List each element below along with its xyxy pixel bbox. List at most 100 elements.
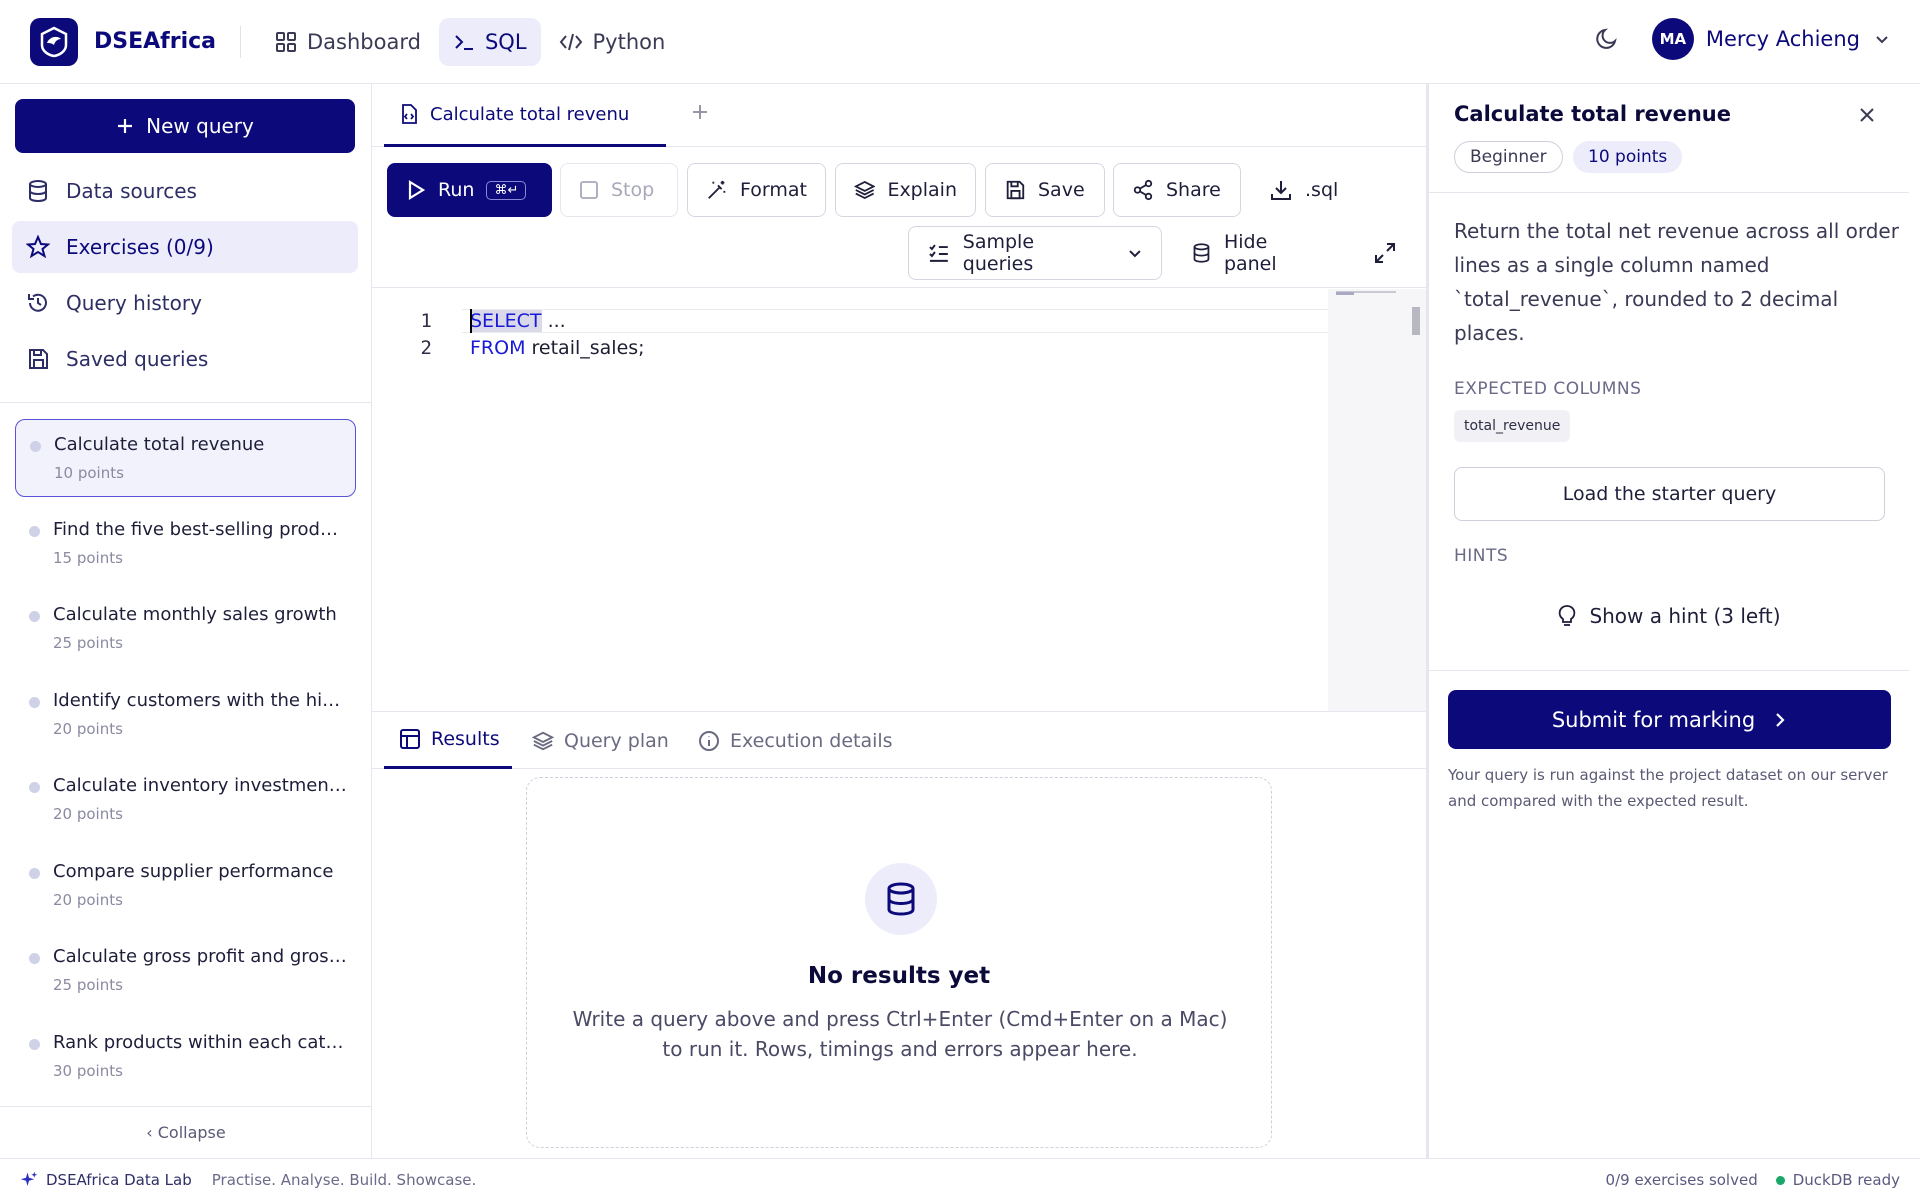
explain-button[interactable]: Explain [835,163,976,217]
save-icon [29,349,48,369]
chevron-down-icon [1129,250,1141,258]
exercise-item[interactable]: Identify customers with the highe... 20 … [15,676,356,754]
results-tabs: Results Query plan Execution details [372,711,1426,769]
collapse-button[interactable]: ‹ Collapse [0,1106,372,1158]
close-icon [1860,108,1874,122]
brand-logo[interactable] [30,17,78,66]
exercise-item[interactable]: Calculate monthly sales growth 25 points [15,590,356,668]
avatar[interactable]: MA [1651,18,1694,60]
empty-results-state: No results yet Write a query above and p… [526,777,1272,1148]
sql-keyword: FROM [470,337,526,359]
exercise-title: Rank products within each categ... [53,1032,349,1053]
exercise-title: Find the five best-selling products [53,519,349,540]
exercise-points: 15 points [53,549,123,567]
tab-query[interactable]: Calculate total revenu [384,84,666,147]
brand-name[interactable]: DSEAfrica [94,29,216,54]
sample-queries-dropdown[interactable]: Sample queries [908,226,1162,280]
hints-label: HINTS [1454,546,1509,566]
exercise-item[interactable]: Calculate total revenue 10 points [15,419,356,497]
add-tab-button[interactable] [690,102,710,122]
engine-status: DuckDB ready [1775,1171,1900,1189]
minimap[interactable] [1328,289,1426,711]
tab-label: Query plan [564,729,669,752]
divider [1429,192,1909,193]
footer-tagline: Practise. Analyse. Build. Showcase. [211,1170,477,1189]
top-bar: DSEAfrica Dashboard SQL Python MA Mercy … [0,0,1920,84]
exercise-item[interactable]: Compare supplier performance 20 points [15,847,356,925]
sidebar-item-label: Query history [66,291,202,315]
query-tabs: Calculate total revenu [372,84,1426,147]
tab-label: Results [431,728,500,750]
sidebar-item-data-sources[interactable]: Data sources [12,165,358,217]
stop-label: Stop [611,179,655,201]
save-button[interactable]: Save [985,163,1105,217]
stop-icon [580,181,598,199]
exercise-item[interactable]: Calculate inventory investment b... 20 p… [15,761,356,839]
share-button[interactable]: Share [1113,163,1241,217]
hide-panel-button[interactable]: Hide panel [1172,226,1332,280]
layers-icon [532,731,554,750]
star-icon [26,235,50,259]
code-line[interactable]: SELECT ... [470,310,566,332]
nav-python[interactable]: Python [545,18,680,66]
editor-toolbar: Run ⌘↵ Stop Format Explain Save Share .s… [372,148,1426,288]
moon-icon[interactable] [1594,26,1620,52]
sidebar-item-query-history[interactable]: Query history [12,277,358,329]
tab-execution-details[interactable]: Execution details [698,712,893,769]
show-hint-button[interactable]: Show a hint (3 left) [1429,604,1909,628]
sidebar-item-label: Exercises (0/9) [66,235,214,259]
sql-keyword: SELECT [470,310,542,332]
dashboard-icon [276,31,297,52]
nav-dashboard-label: Dashboard [307,29,421,54]
user-name[interactable]: Mercy Achieng [1706,27,1860,51]
format-label: Format [740,179,807,201]
list-checks-icon [929,244,948,262]
status-dot [30,441,41,452]
chevron-right-icon [1776,712,1785,727]
code-icon [559,33,582,50]
nav-sql-label: SQL [484,29,527,54]
exercise-title: Calculate monthly sales growth [53,604,337,625]
sidebar-item-saved-queries[interactable]: Saved queries [12,333,358,385]
submit-button[interactable]: Submit for marking [1448,690,1891,749]
save-label: Save [1038,179,1085,201]
tab-query-plan[interactable]: Query plan [532,712,669,769]
nav-dashboard[interactable]: Dashboard [261,18,435,66]
format-button[interactable]: Format [687,163,826,217]
exercise-title: Identify customers with the highe... [53,690,349,711]
run-button[interactable]: Run ⌘↵ [387,163,552,217]
close-button[interactable] [1856,104,1878,126]
chevron-down-icon[interactable] [1874,31,1890,47]
status-dot [29,953,40,964]
points-badge: 10 points [1573,141,1683,173]
stop-button[interactable]: Stop [560,163,678,217]
code-line[interactable]: FROM retail_sales; [470,337,645,359]
status-dot [29,611,40,622]
share-icon [1133,179,1153,201]
scrollbar[interactable] [1412,307,1420,335]
sidebar-item-exercises[interactable]: Exercises (0/9) [12,221,358,273]
line-number: 2 [420,337,432,359]
empty-title: No results yet [807,963,991,989]
exercise-description: Return the total net revenue across all … [1454,219,1899,345]
plus-icon [693,105,707,119]
nav-sql[interactable]: SQL [438,17,541,66]
info-icon [699,730,719,751]
tab-results[interactable]: Results [384,712,512,769]
exercise-item[interactable]: Find the five best-selling products 15 p… [15,505,356,583]
load-starter-button[interactable]: Load the starter query [1454,467,1885,521]
exercises-solved-count: 0/9 exercises solved [1605,1171,1758,1189]
layers-icon [854,180,876,200]
status-dot [1775,1175,1785,1185]
exercise-points: 10 points [54,464,124,482]
exercise-item[interactable]: Rank products within each categ... 30 po… [15,1018,356,1096]
expected-columns-label: EXPECTED COLUMNS [1454,379,1642,399]
new-query-button[interactable]: New query [15,99,355,153]
expand-button[interactable] [1358,226,1416,280]
panel-title: Calculate total revenue [1454,102,1731,126]
exercise-points: 30 points [53,1062,123,1080]
code-editor[interactable]: 1 2 SELECT ... FROM retail_sales; [372,289,1426,711]
footer-lab-name: DSEAfrica Data Lab [46,1170,192,1189]
exercise-item[interactable]: Calculate gross profit and gross ... 25 … [15,932,356,1010]
download-sql-button[interactable]: .sql [1250,163,1370,217]
